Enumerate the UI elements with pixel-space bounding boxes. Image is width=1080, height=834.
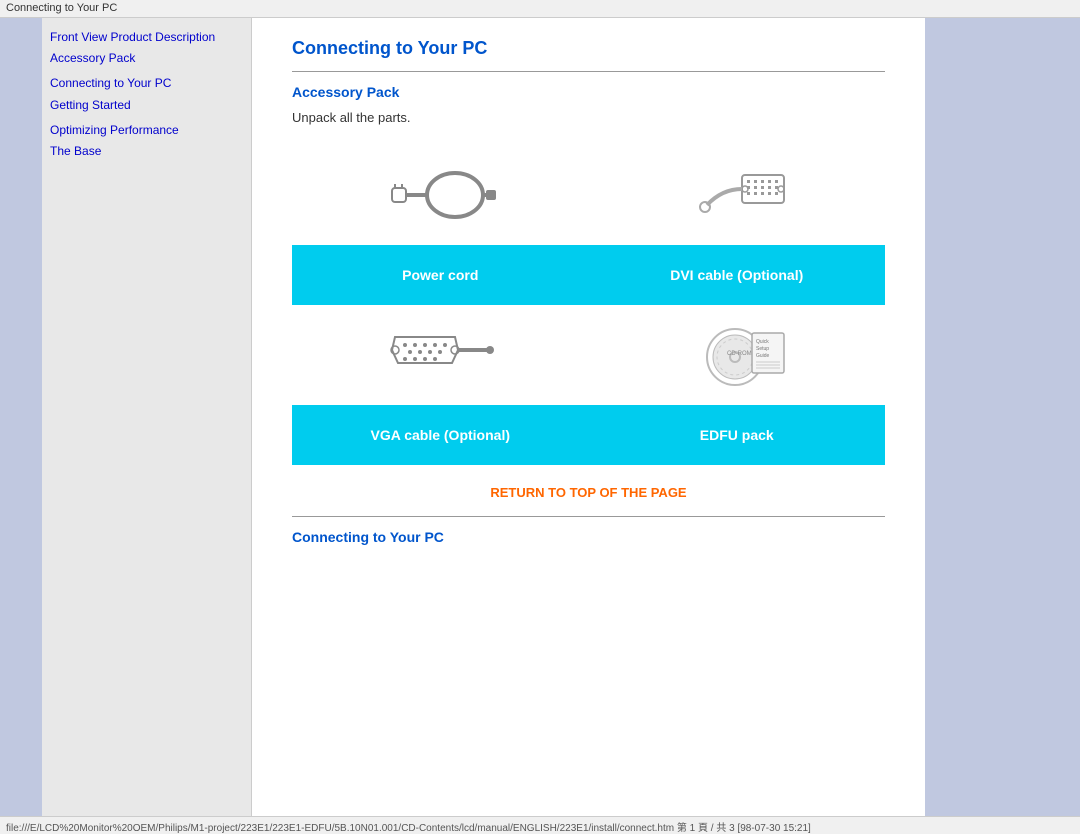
sidebar-group-2: Connecting to Your PC Getting Started — [50, 74, 243, 114]
vga-cable-icon — [380, 315, 500, 395]
connecting-section-title: Connecting to Your PC — [292, 529, 885, 545]
svg-text:Setup: Setup — [756, 346, 769, 352]
product-cell-vga: VGA cable (Optional) — [292, 305, 589, 465]
left-margin — [0, 18, 42, 816]
edfu-pack-label: EDFU pack — [589, 405, 886, 465]
return-to-top-link[interactable]: RETURN TO TOP OF THE PAGE — [292, 485, 885, 500]
product-cell-dvi: DVI cable (Optional) — [589, 145, 886, 305]
vga-cable-label: VGA cable (Optional) — [292, 405, 589, 465]
status-bar: file:///E/LCD%20Monitor%20OEM/Philips/M1… — [0, 816, 1080, 834]
title-bar-text: Connecting to Your PC — [6, 2, 117, 14]
svg-text:Quick: Quick — [756, 339, 769, 345]
sidebar-item-connecting[interactable]: Connecting to Your PC — [50, 74, 243, 93]
dvi-cable-label: DVI cable (Optional) — [589, 245, 886, 305]
main-content: Connecting to Your PC Accessory Pack Unp… — [252, 18, 925, 816]
title-bar: Connecting to Your PC — [0, 0, 1080, 18]
products-grid: Power cord — [292, 145, 885, 465]
sidebar-item-getting-started[interactable]: Getting Started — [50, 96, 243, 115]
vga-cable-image — [292, 305, 589, 405]
power-cord-icon — [380, 155, 500, 235]
intro-text: Unpack all the parts. — [292, 110, 885, 125]
sidebar-group-3: Optimizing Performance The Base — [50, 121, 243, 161]
product-cell-power-cord: Power cord — [292, 145, 589, 305]
edfu-pack-image: CD-ROM Quick Setup Guide — [589, 305, 886, 405]
edfu-pack-icon: CD-ROM Quick Setup Guide — [677, 315, 797, 395]
sidebar-item-front-view[interactable]: Front View Product Description — [50, 28, 243, 47]
svg-text:Guide: Guide — [756, 353, 770, 359]
sidebar-item-base[interactable]: The Base — [50, 142, 243, 161]
power-cord-label: Power cord — [292, 245, 589, 305]
page-title: Connecting to Your PC — [292, 38, 885, 59]
bottom-divider — [292, 516, 885, 517]
product-cell-edfu: CD-ROM Quick Setup Guide EDFU pack — [589, 305, 886, 465]
dvi-cable-image — [589, 145, 886, 245]
status-bar-text: file:///E/LCD%20Monitor%20OEM/Philips/M1… — [6, 823, 811, 834]
sidebar-item-optimizing[interactable]: Optimizing Performance — [50, 121, 243, 140]
sidebar: Front View Product Description Accessory… — [42, 18, 252, 816]
right-margin — [925, 18, 1080, 816]
accessory-section-title: Accessory Pack — [292, 84, 885, 100]
top-divider — [292, 71, 885, 72]
dvi-cable-icon — [677, 155, 797, 235]
sidebar-group-1: Front View Product Description Accessory… — [50, 28, 243, 68]
power-cord-image — [292, 145, 589, 245]
sidebar-item-accessory[interactable]: Accessory Pack — [50, 49, 243, 68]
svg-text:CD-ROM: CD-ROM — [727, 351, 752, 357]
